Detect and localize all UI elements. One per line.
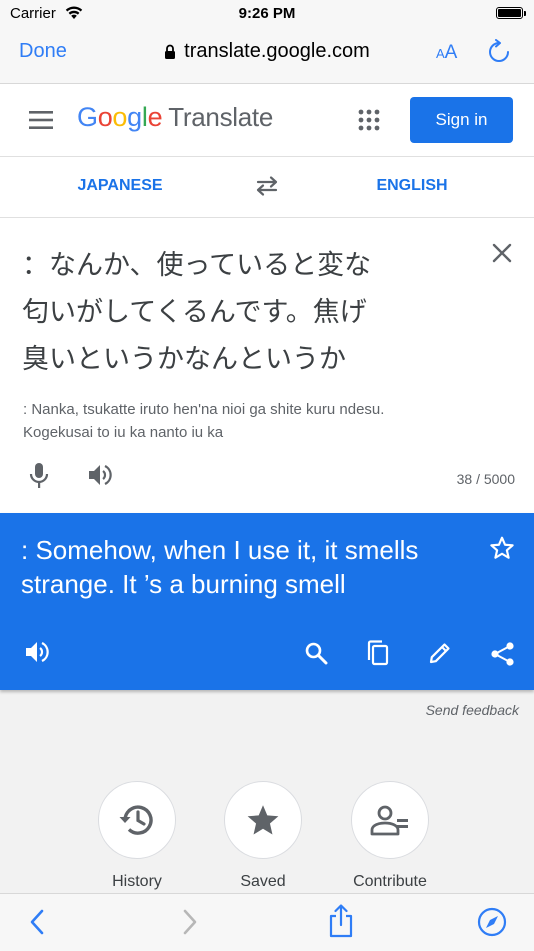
translation-line: strange. It ’s a burning smell [21, 569, 346, 599]
language-bar: JAPANESE ENGLISH [0, 157, 534, 218]
source-panel: ：なんか、使っていると変な 匂いがしてくるんです。焦げ 臭いというかなんというか… [0, 218, 534, 513]
share-sheet-icon[interactable] [328, 904, 354, 938]
target-language-button[interactable]: ENGLISH [292, 177, 532, 195]
romanization-line: Kogekusai to iu ka nanto iu ka [23, 424, 224, 441]
status-bar: Carrier 9:26 PM [0, 0, 534, 28]
romanization-line: : Nanka, tsukatte iruto hen'na nioi ga s… [23, 401, 385, 418]
url-text: translate.google.com [184, 40, 370, 62]
save-star-icon[interactable] [489, 535, 515, 561]
browser-toolbar [0, 893, 534, 951]
source-language-button[interactable]: JAPANESE [0, 177, 240, 195]
source-line: ：なんか、使っていると変な [22, 250, 372, 280]
history-icon [119, 805, 153, 835]
apps-grid-icon[interactable] [358, 109, 380, 131]
source-line: 匂いがしてくるんです。焦げ [22, 297, 367, 327]
translation-line: : Somehow, when I use it, it smells [21, 535, 419, 565]
translation-panel: : Somehow, when I use it, it smells stra… [0, 513, 534, 690]
swap-languages-icon[interactable] [254, 175, 280, 197]
clear-text-icon[interactable] [491, 242, 513, 264]
microphone-icon[interactable] [28, 462, 50, 490]
character-count: 38 / 5000 [456, 471, 515, 487]
history-button[interactable] [98, 781, 176, 859]
contribute-label: Contribute [353, 873, 427, 890]
battery-icon [496, 7, 523, 19]
speaker-icon[interactable] [88, 464, 114, 486]
send-feedback-link[interactable]: Send feedback [380, 702, 519, 718]
clock: 9:26 PM [238, 5, 296, 22]
forward-icon[interactable] [182, 909, 198, 935]
back-icon[interactable] [29, 909, 45, 935]
browser-address-bar: Done translate.google.com AA [0, 28, 534, 84]
sign-in-button[interactable]: Sign in [410, 97, 513, 143]
translation-text: : Somehow, when I use it, it smells stra… [21, 533, 481, 601]
hamburger-menu-icon[interactable] [29, 110, 53, 130]
saved-button[interactable] [224, 781, 302, 859]
battery-nub [524, 11, 526, 16]
saved-label: Saved [240, 873, 286, 890]
romanization-text: : Nanka, tsukatte iruto hen'na nioi ga s… [23, 398, 493, 444]
reload-icon[interactable] [487, 39, 511, 65]
lock-icon [165, 44, 176, 59]
contribute-button[interactable] [351, 781, 429, 859]
listen-translation-icon[interactable] [25, 641, 51, 663]
search-icon[interactable] [304, 641, 328, 665]
copy-icon[interactable] [366, 640, 390, 668]
edit-pencil-icon[interactable] [428, 641, 452, 665]
google-translate-logo[interactable]: Google Translate [77, 102, 273, 133]
share-icon[interactable] [490, 641, 516, 667]
contribute-icon [370, 805, 408, 836]
text-size-button[interactable]: AA [436, 42, 457, 64]
history-label: History [112, 873, 162, 890]
source-line: 臭いというかなんというか [22, 344, 346, 374]
compass-icon[interactable] [477, 907, 507, 937]
source-text-input[interactable]: ：なんか、使っていると変な 匂いがしてくるんです。焦げ 臭いというかなんというか [22, 242, 422, 383]
app-header: Google Translate Sign in [0, 84, 534, 157]
star-icon [247, 805, 279, 835]
